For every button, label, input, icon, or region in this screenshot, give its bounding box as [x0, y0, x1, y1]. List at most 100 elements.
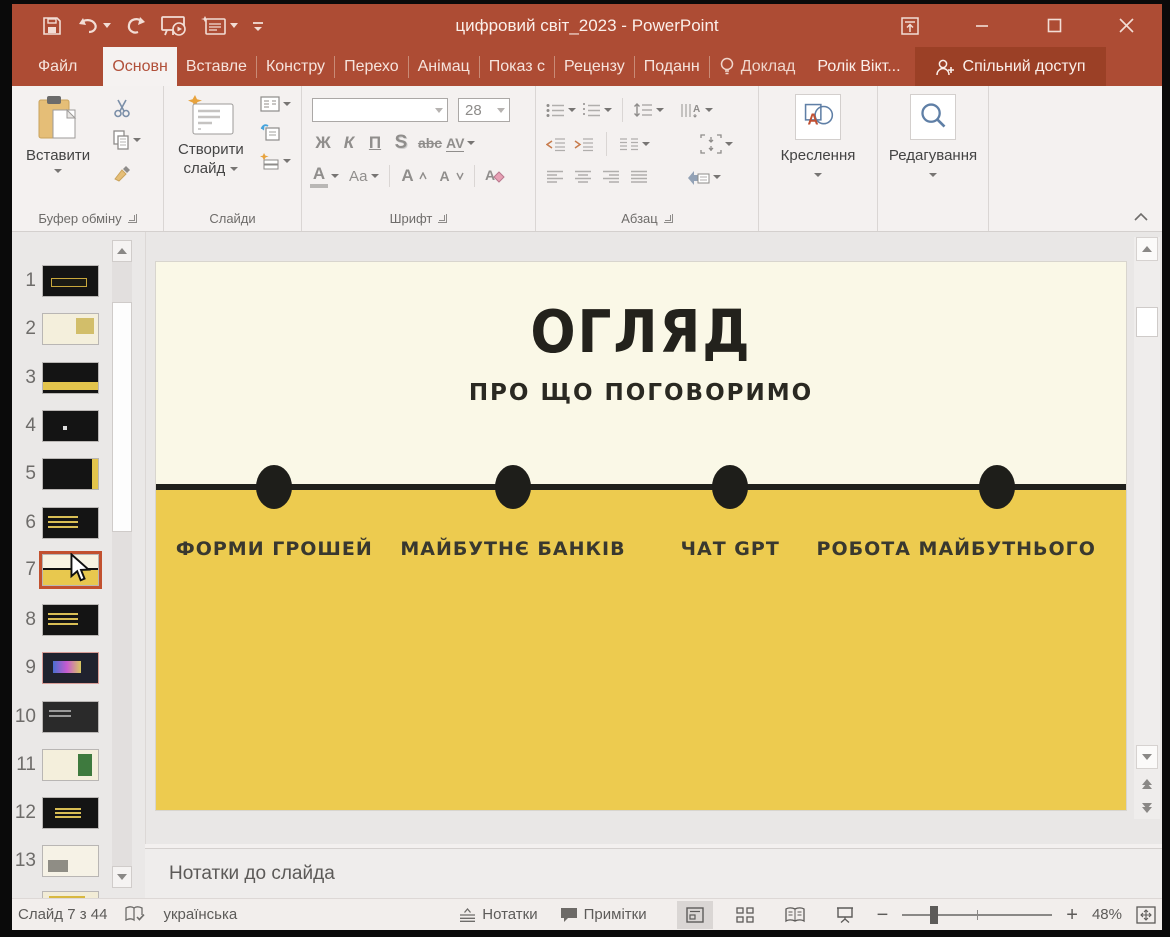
grow-font-button[interactable]: А — [400, 166, 427, 186]
bullets-button[interactable] — [546, 103, 576, 118]
tab-slideshow[interactable]: Показ с — [480, 47, 554, 86]
align-center-button[interactable] — [574, 170, 592, 184]
next-slide-button[interactable] — [1138, 797, 1156, 819]
save-icon[interactable] — [42, 16, 62, 36]
slide-thumbnail[interactable] — [42, 701, 99, 733]
align-left-button[interactable] — [546, 170, 564, 184]
zoom-in-button[interactable]: + — [1066, 905, 1078, 925]
decrease-indent-button[interactable] — [546, 137, 566, 152]
slide-thumbnail[interactable] — [42, 458, 99, 490]
convert-smartart-button[interactable] — [686, 168, 721, 185]
redo-button[interactable] — [125, 16, 147, 36]
layout-button[interactable] — [260, 96, 291, 112]
text-shadow-button[interactable]: S — [388, 132, 414, 154]
thumbnail-scroll-up-icon[interactable] — [112, 240, 132, 262]
drawing-button[interactable]: А Креслення — [759, 94, 877, 177]
strikethrough-button[interactable]: abc — [414, 135, 446, 151]
paste-button[interactable]: Вставити — [26, 94, 90, 173]
clipboard-dialog-launcher[interactable] — [128, 214, 137, 223]
slideshow-view-button[interactable] — [827, 901, 863, 929]
zoom-out-button[interactable]: − — [877, 905, 889, 925]
bold-button[interactable]: Ж — [310, 133, 336, 153]
align-text-button[interactable] — [700, 134, 733, 154]
tab-review[interactable]: Рецензу — [555, 47, 634, 86]
font-size-combobox[interactable]: 28 — [458, 98, 510, 122]
bullets-dropdown-icon[interactable] — [568, 108, 576, 112]
section-button[interactable] — [260, 152, 291, 170]
start-presentation-icon[interactable] — [161, 15, 187, 37]
slide-scroll-down-icon[interactable] — [1136, 745, 1158, 769]
tab-design[interactable]: Констру — [257, 47, 334, 86]
spellcheck-icon[interactable] — [125, 906, 145, 923]
cut-button[interactable] — [112, 98, 141, 118]
reset-slide-button[interactable] — [260, 123, 291, 141]
slide-thumbnail[interactable] — [42, 265, 99, 297]
customize-qat-icon[interactable] — [252, 19, 264, 33]
slide-title[interactable]: ОГЛЯД — [180, 298, 1102, 366]
slide-thumbnail[interactable] — [42, 749, 99, 781]
maximize-button[interactable] — [1018, 4, 1090, 47]
paragraph-dialog-launcher[interactable] — [664, 214, 673, 223]
numbering-button[interactable] — [582, 103, 612, 118]
timeline-label-2[interactable]: МАЙБУТНЄ БАНКІВ — [400, 538, 625, 560]
timeline-label-1[interactable]: ФОРМИ ГРОШЕЙ — [176, 538, 373, 560]
notes-panel[interactable]: Нотатки до слайда — [145, 848, 1162, 898]
font-color-button[interactable]: А — [310, 164, 339, 188]
undo-button[interactable] — [76, 16, 111, 36]
align-text-dropdown-icon[interactable] — [725, 142, 733, 146]
format-painter-button[interactable] — [112, 162, 141, 182]
comments-toggle-button[interactable]: Примітки — [560, 906, 647, 923]
slide-sorter-view-button[interactable] — [727, 901, 763, 929]
font-dialog-launcher[interactable] — [438, 214, 447, 223]
slide-thumbnail[interactable] — [42, 797, 99, 829]
shrink-font-button[interactable]: А — [437, 168, 464, 184]
slide-thumbnail[interactable] — [42, 604, 99, 636]
numbering-dropdown-icon[interactable] — [604, 108, 612, 112]
justify-button[interactable] — [630, 170, 648, 184]
increase-indent-button[interactable] — [574, 137, 594, 152]
thumbnail-scrollbar-thumb[interactable] — [112, 302, 132, 532]
font-name-combobox[interactable] — [312, 98, 448, 122]
line-spacing-button[interactable] — [633, 102, 664, 118]
editing-button[interactable]: Редагування — [878, 94, 988, 177]
new-slide-dropdown-icon2[interactable] — [230, 167, 238, 171]
slide-thumbnail[interactable] — [42, 845, 99, 877]
close-button[interactable] — [1090, 4, 1162, 47]
align-right-button[interactable] — [602, 170, 620, 184]
smartart-dropdown-icon[interactable] — [713, 175, 721, 179]
editing-dropdown-icon[interactable] — [929, 173, 937, 177]
columns-button[interactable] — [619, 137, 650, 152]
slide-thumbnail[interactable] — [42, 410, 99, 442]
notes-toggle-button[interactable]: Нотатки — [459, 906, 537, 923]
tab-insert[interactable]: Вставле — [177, 47, 256, 86]
tab-animations[interactable]: Анімац — [409, 47, 479, 86]
drawing-dropdown-icon[interactable] — [814, 173, 822, 177]
change-case-dropdown-icon[interactable] — [371, 174, 379, 178]
new-slide-qat-button[interactable] — [201, 15, 238, 37]
paste-dropdown-icon[interactable] — [54, 169, 62, 173]
previous-slide-button[interactable] — [1138, 773, 1156, 795]
clear-formatting-button[interactable]: A — [485, 167, 505, 185]
tell-me-box[interactable]: Доклад — [710, 47, 806, 86]
fit-slide-to-window-button[interactable] — [1136, 906, 1156, 924]
zoom-level[interactable]: 48% — [1092, 906, 1122, 923]
char-spacing-dropdown-icon[interactable] — [467, 141, 475, 145]
slide-subtitle[interactable]: ПРО ЩО ПОГОВОРИМО — [156, 380, 1126, 406]
new-slide-dropdown-icon[interactable] — [230, 23, 238, 28]
collapse-ribbon-icon[interactable] — [1134, 212, 1148, 221]
thumbnail-scrollbar[interactable] — [112, 240, 132, 888]
tab-view[interactable]: Поданн — [635, 47, 709, 86]
slide-scrollbar[interactable] — [1134, 237, 1160, 819]
slide-scroll-up-icon[interactable] — [1136, 237, 1158, 261]
section-dropdown-icon[interactable] — [283, 159, 291, 163]
text-direction-button[interactable]: A — [680, 102, 713, 119]
underline-button[interactable]: П — [362, 133, 388, 153]
minimize-button[interactable] — [946, 4, 1018, 47]
slide-thumbnail[interactable] — [42, 507, 99, 539]
font-color-dropdown-icon[interactable] — [331, 174, 339, 178]
current-slide[interactable]: ОГЛЯД ПРО ЩО ПОГОВОРИМО ФОРМИ ГРОШЕЙ МАЙ… — [156, 262, 1126, 810]
slide-thumbnail[interactable] — [42, 362, 99, 394]
slide-thumbnail[interactable] — [42, 652, 99, 684]
timeline-label-3[interactable]: ЧАТ GPT — [681, 538, 780, 560]
normal-view-button[interactable] — [677, 901, 713, 929]
